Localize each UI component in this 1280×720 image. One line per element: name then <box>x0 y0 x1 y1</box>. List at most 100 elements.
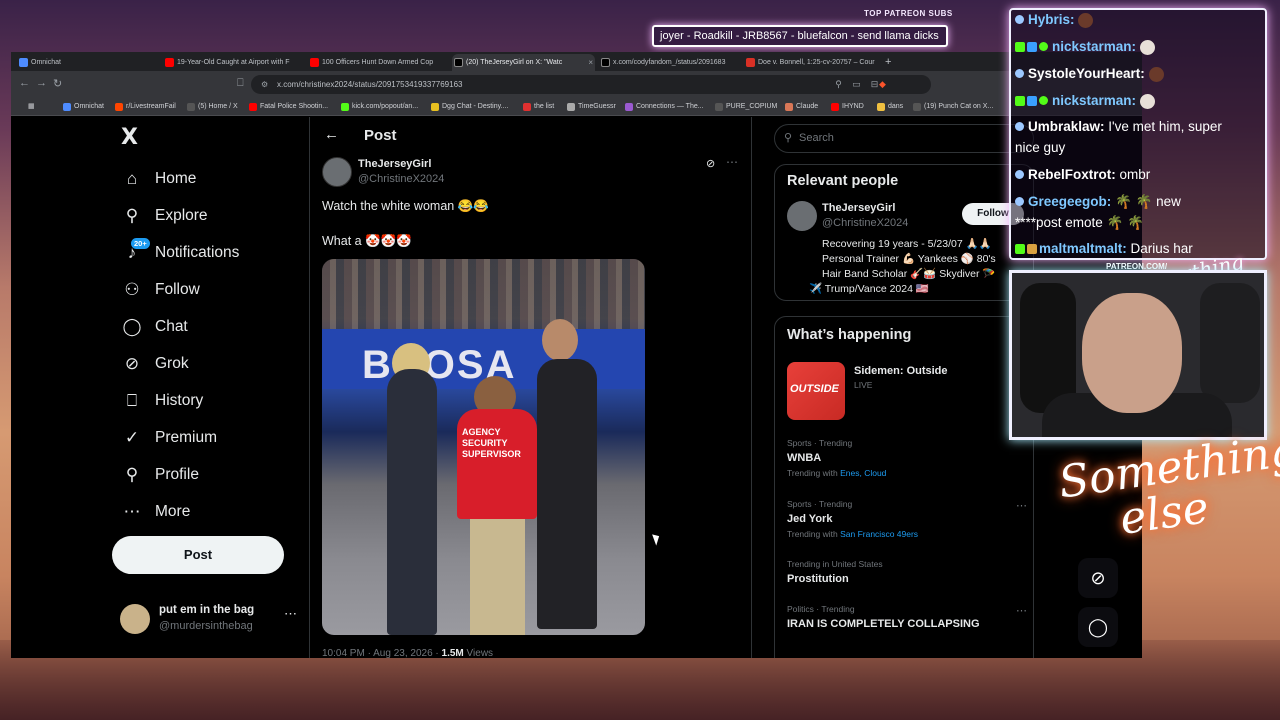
nav-notifications[interactable]: ♪ 20+ Notifications <box>121 237 239 268</box>
site-info-icon[interactable]: ⚙ <box>261 75 268 94</box>
tab-jerseygirl-post[interactable]: (20) TheJerseyGirl on X: "Watc × <box>452 54 595 71</box>
chat-message: Umbraklaw: I've met him, super <box>1015 117 1263 137</box>
sub-badge-icon <box>1027 42 1037 53</box>
tab-label: 100 Officers Hunt Down Armed Cop <box>322 59 434 66</box>
security-legs <box>470 517 525 635</box>
patreon-subs-label: TOP PATREON SUBS <box>864 9 953 18</box>
featured-event-name[interactable]: Sidemen: Outside <box>854 365 948 377</box>
bookmark-timeguessr[interactable]: TimeGuessr <box>567 101 616 113</box>
bookmark-apps-icon[interactable]: ▦ <box>17 101 35 113</box>
bookmark-kick[interactable]: kick.com/popout/an... <box>341 101 418 113</box>
nav-history[interactable]: ⎕ History <box>121 386 203 416</box>
trend-item[interactable]: Sports · Trending WNBA Trending with Ene… <box>787 438 1027 478</box>
author-handle[interactable]: @ChristineX2024 <box>358 173 444 185</box>
address-bar[interactable]: ⚙ x.com/christinex2024/status/2091753419… <box>251 75 931 94</box>
person-handle[interactable]: @ChristineX2024 <box>822 217 908 229</box>
avatar[interactable] <box>787 201 817 231</box>
bookmark-dans[interactable]: dans <box>877 101 903 113</box>
person-name[interactable]: TheJerseyGirl <box>822 202 895 214</box>
author-name[interactable]: TheJerseyGirl <box>358 158 431 170</box>
more-options-icon[interactable]: ⋯ <box>1016 499 1027 512</box>
more-options-icon[interactable]: ⋯ <box>1016 604 1027 617</box>
tab-label: Omnichat <box>31 59 61 66</box>
kick-badge-icon <box>1015 96 1025 107</box>
bookmark-ihynd[interactable]: IHYND <box>831 101 864 113</box>
trend-item[interactable]: Politics · Trending IRAN IS COMPLETELY C… <box>787 604 1027 630</box>
youtube-favicon-icon <box>165 58 174 67</box>
search-input[interactable]: ⚲ Search <box>774 124 1034 153</box>
brave-shield-icon[interactable]: ◆ <box>877 79 888 90</box>
trend-item[interactable]: Trending in United States Prostitution <box>787 559 1027 585</box>
trend-item[interactable]: Sports · Trending Jed York Trending with… <box>787 499 1027 539</box>
nav-chat[interactable]: ◯ Chat <box>121 312 187 342</box>
browser-window: Omnichat 19-Year-Old Caught at Airport w… <box>11 52 1142 658</box>
bookmark-dgg-chat[interactable]: Dgg Chat - Destiny.... <box>431 101 508 113</box>
bio-line: ✈️ Trump/Vance 2024 🇺🇸 <box>809 283 929 295</box>
grok-icon[interactable]: ⊘ <box>706 157 715 170</box>
bookmark-connections[interactable]: Connections — The... <box>625 101 704 113</box>
folder-icon <box>877 103 885 111</box>
nav-grok[interactable]: ⊘ Grok <box>121 349 189 379</box>
bookmark-the-list[interactable]: the list <box>523 101 554 113</box>
nav-premium[interactable]: ✓ Premium <box>121 423 217 453</box>
nav-more[interactable]: ⋯ More <box>121 497 191 527</box>
author-avatar[interactable] <box>322 157 352 187</box>
post-button[interactable]: Post <box>112 536 284 574</box>
list-favicon-icon <box>523 103 531 111</box>
bookmark-x-home[interactable]: (5) Home / X <box>187 101 238 113</box>
bookmark-star-icon[interactable]: ⎕ <box>237 77 244 90</box>
bio-line: Hair Band Scholar 🎸🥁 Skydiver 🪂 <box>822 268 996 280</box>
bookmark-livestreamfail[interactable]: r/LivestreamFail <box>115 101 176 113</box>
post-timestamp[interactable]: 10:04 PM · Aug 23, 2026 · <box>322 648 439 658</box>
tab-airport-video[interactable]: 19-Year-Old Caught at Airport with F <box>163 54 303 71</box>
bookmark-pure-copium[interactable]: PURE_COPIUM <box>715 101 777 113</box>
nav-home[interactable]: ⌂ Home <box>121 164 197 194</box>
tab-codyfandom[interactable]: x.com/codyfandom_/status/2091683 <box>599 54 739 71</box>
nav-profile[interactable]: ⚲ Profile <box>121 460 199 490</box>
nyt-favicon-icon <box>625 103 633 111</box>
x-favicon-icon <box>913 103 921 111</box>
tab-officers-video[interactable]: 100 Officers Hunt Down Armed Cop <box>308 54 448 71</box>
grok-icon[interactable]: ⊘ <box>1078 558 1118 598</box>
x-favicon-icon <box>454 58 463 67</box>
close-tab-icon[interactable]: × <box>588 54 593 71</box>
more-options-icon[interactable]: ⋯ <box>726 155 738 169</box>
person-icon: ⚲ <box>125 465 139 484</box>
youtube-favicon-icon <box>249 103 257 111</box>
webcam-feed <box>1009 270 1267 440</box>
reload-icon[interactable]: ↻ <box>53 77 62 90</box>
back-arrow-icon[interactable]: ← <box>19 77 30 89</box>
trend-name: Jed York <box>787 513 833 525</box>
cast-icon[interactable]: ▭ <box>851 79 862 90</box>
person-head <box>542 319 578 361</box>
x-favicon-icon <box>601 58 610 67</box>
chat-icon[interactable]: ◯ <box>1078 607 1118 647</box>
bookmark-claude[interactable]: Claude <box>785 101 818 113</box>
browser-toolbar: ← → ↻ ⎕ ⚙ x.com/christinex2024/status/20… <box>11 71 1142 98</box>
x-favicon-icon <box>715 103 723 111</box>
tab-omnichat[interactable]: Omnichat <box>17 54 157 71</box>
user-badge-icon <box>1039 96 1048 105</box>
sidemen-thumbnail[interactable]: OUTSIDE <box>787 362 845 420</box>
nav-explore[interactable]: ⚲ Explore <box>121 201 208 231</box>
tab-doe-v-bonnell[interactable]: Doe v. Bonnell, 1:25-cv-20757 – Cour <box>744 54 884 71</box>
x-page: X ⌂ Home ⚲ Explore ♪ 20+ Notifications ⚇… <box>11 117 1142 658</box>
account-name: put em in the bag <box>159 604 255 616</box>
card-title: Relevant people <box>787 173 899 189</box>
forward-arrow-icon[interactable]: → <box>36 77 47 89</box>
bookmark-punch-cat[interactable]: (19) Punch Cat on X... <box>913 101 993 113</box>
shirt-text: AGENCY SECURITY SUPERVISOR <box>462 427 521 459</box>
more-options-icon[interactable]: ⋯ <box>284 606 297 622</box>
extension-icon[interactable]: ⚲ <box>833 79 844 90</box>
x-logo-icon[interactable]: X <box>121 125 138 150</box>
post-video[interactable]: BROSA AGENCY SECURITY SUPERVISOR <box>322 259 645 635</box>
nav-follow[interactable]: ⚇ Follow <box>121 275 199 305</box>
account-switcher[interactable]: put em in the bag @murdersinthebag ⋯ <box>120 600 300 640</box>
notification-count-badge: 20+ <box>130 237 151 250</box>
bookmark-omnichat[interactable]: Omnichat <box>63 101 104 113</box>
bookmark-fatal-police[interactable]: Fatal Police Shootin... <box>249 101 328 113</box>
trend-related-link[interactable]: San Francisco 49ers <box>840 529 918 539</box>
new-tab-button[interactable]: + <box>881 54 899 71</box>
back-arrow-icon[interactable]: ← <box>324 126 339 143</box>
trend-related-link[interactable]: Enes, Cloud <box>840 468 886 478</box>
